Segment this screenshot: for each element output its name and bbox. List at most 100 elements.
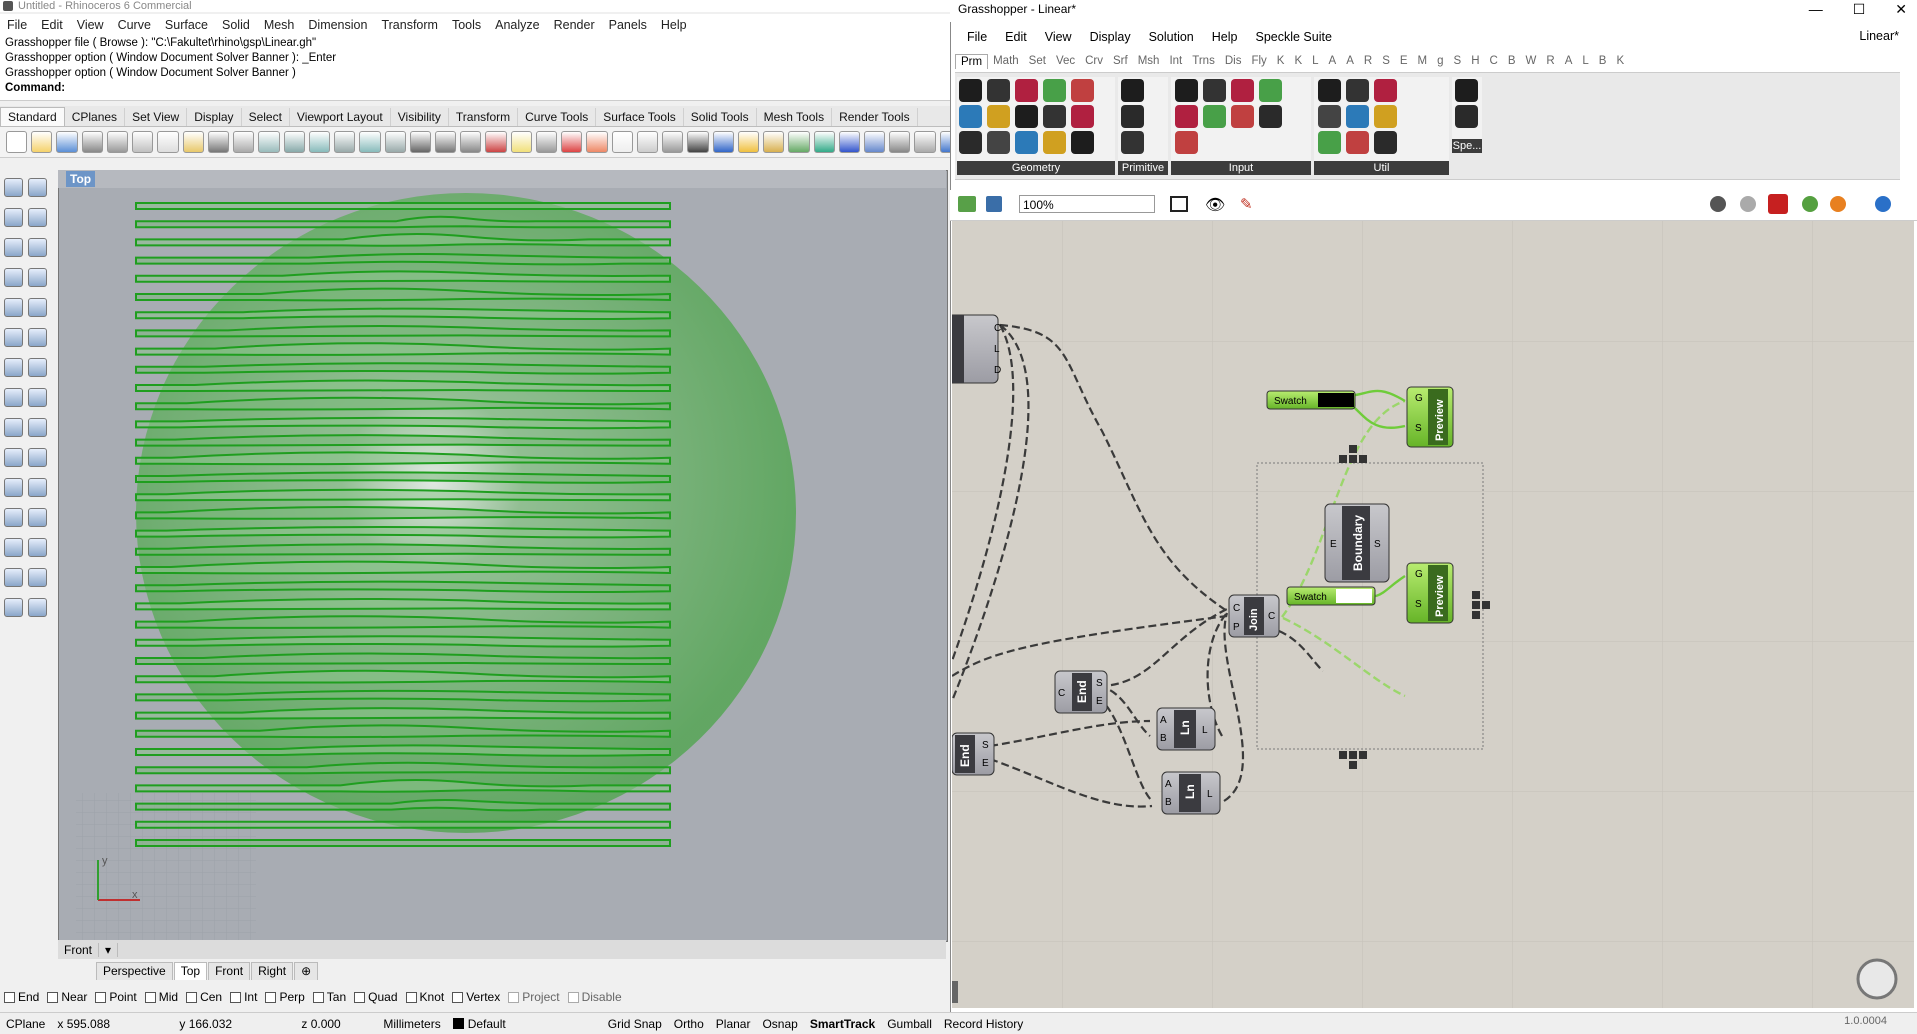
viewport-tab-front[interactable]: Front: [208, 962, 251, 980]
paste-icon[interactable]: [182, 131, 204, 153]
rhino-menu-help[interactable]: Help: [654, 18, 694, 32]
mesh-param-icon[interactable]: [1015, 105, 1038, 128]
ellipse-tool-icon[interactable]: [4, 298, 23, 317]
toolbar-tab-display[interactable]: Display: [187, 108, 242, 126]
arc-param-icon[interactable]: [1015, 131, 1038, 154]
checkbox-icon[interactable]: [4, 991, 15, 1003]
gh-tab-11[interactable]: K: [1272, 55, 1290, 67]
flask-util-icon[interactable]: [1346, 131, 1369, 154]
curve-param-icon[interactable]: [1015, 79, 1038, 102]
line2-input-a[interactable]: A: [1165, 779, 1172, 790]
osnap-int[interactable]: Int: [230, 990, 257, 1004]
object-snap-icon[interactable]: [460, 131, 482, 153]
save-icon[interactable]: [56, 131, 78, 153]
render-preview-icon[interactable]: [1830, 196, 1846, 212]
gh-tab-1[interactable]: Math: [988, 55, 1024, 67]
text-tool-icon[interactable]: [4, 478, 23, 497]
shaded-preview-icon[interactable]: [1768, 194, 1788, 214]
gh-tab-7[interactable]: Int: [1164, 55, 1187, 67]
boundary-output-s[interactable]: S: [1374, 539, 1381, 550]
gh-menu-edit[interactable]: Edit: [996, 30, 1036, 44]
rhino-menu-edit[interactable]: Edit: [34, 18, 70, 32]
pan-icon[interactable]: [233, 131, 255, 153]
checkbox-icon[interactable]: [508, 991, 520, 1003]
close-icon[interactable]: ✕: [1895, 0, 1907, 18]
zoom-select[interactable]: 100%: [1019, 195, 1155, 213]
box-tool-icon[interactable]: [4, 358, 23, 377]
gh-tab-14[interactable]: A: [1324, 55, 1342, 67]
rotate-view-icon[interactable]: [258, 131, 280, 153]
scribble-util-icon[interactable]: [1374, 131, 1397, 154]
contour-curve[interactable]: [135, 820, 671, 829]
import-icon[interactable]: [106, 131, 129, 153]
copy-icon[interactable]: [157, 131, 179, 153]
gh-menu-help[interactable]: Help: [1203, 30, 1247, 44]
number-param-icon[interactable]: [1121, 131, 1144, 154]
gh-menu-solution[interactable]: Solution: [1140, 30, 1203, 44]
ribbon-group-label[interactable]: Input: [1171, 161, 1311, 175]
button-input-icon[interactable]: [1203, 105, 1226, 128]
units-label[interactable]: Millimeters: [377, 1017, 446, 1031]
polygon-tool-icon[interactable]: [4, 268, 23, 287]
rectangle-param-icon[interactable]: [1043, 131, 1066, 154]
swatch-input-icon[interactable]: [1259, 105, 1282, 128]
point-param-icon[interactable]: [959, 79, 982, 102]
rhino-menu-tools[interactable]: Tools: [445, 18, 488, 32]
color-icon[interactable]: [586, 131, 608, 153]
gh-tab-26[interactable]: R: [1541, 55, 1559, 67]
boolean-param-icon[interactable]: [1121, 79, 1144, 102]
arc-tool-icon[interactable]: [28, 238, 47, 257]
gh-tab-0[interactable]: Prm: [955, 53, 989, 69]
viewport-tab-right[interactable]: Right: [251, 962, 294, 980]
cylinder-tool-icon[interactable]: [4, 388, 23, 407]
vector-param-icon[interactable]: [959, 105, 982, 128]
zoom-window-icon[interactable]: [308, 131, 331, 153]
contour-output-l[interactable]: L: [994, 344, 1000, 355]
osnap-perp[interactable]: Perp: [265, 990, 305, 1004]
file-input-icon[interactable]: [1175, 131, 1198, 154]
toggle-gumball[interactable]: Gumball: [881, 1017, 938, 1031]
speckle-send-icon[interactable]: [1455, 79, 1478, 102]
new-icon[interactable]: [6, 131, 28, 153]
gh-tab-25[interactable]: W: [1521, 55, 1542, 67]
material-icon[interactable]: [561, 131, 583, 153]
zoom-all-icon[interactable]: [384, 131, 406, 153]
zoom-extents-icon[interactable]: [1170, 196, 1188, 212]
rhino-menu-render[interactable]: Render: [547, 18, 602, 32]
gh-menu-view[interactable]: View: [1036, 30, 1081, 44]
checkbox-icon[interactable]: [144, 991, 156, 1003]
graph-input-icon[interactable]: [1231, 105, 1254, 128]
contour-curve[interactable]: [135, 202, 671, 210]
brep-param-icon[interactable]: [1071, 79, 1094, 102]
viewport-canvas[interactable]: y x: [58, 188, 946, 940]
toolbar-tab-mesh-tools[interactable]: Mesh Tools: [757, 108, 833, 126]
canvas-scrollbar[interactable]: [952, 981, 958, 1003]
checkbox-icon[interactable]: [312, 991, 324, 1003]
info-icon[interactable]: [838, 131, 860, 153]
gh-tab-30[interactable]: K: [1611, 55, 1629, 67]
preview-mode-icon[interactable]: [1710, 196, 1726, 212]
solid-edit-tool-icon[interactable]: [4, 448, 23, 467]
gh-tab-17[interactable]: S: [1377, 55, 1395, 67]
preview-eye-icon[interactable]: 👁: [1205, 195, 1225, 215]
end2-output-s[interactable]: S: [982, 740, 989, 751]
cluster-util-icon[interactable]: [1318, 79, 1341, 102]
gh-tab-21[interactable]: S: [1449, 55, 1467, 67]
grasshopper-canvas[interactable]: C L D Swatch Swatch G S Preview G S Prev…: [941, 221, 1914, 1008]
gh-tab-13[interactable]: L: [1307, 55, 1323, 67]
preview1-input-s[interactable]: S: [1415, 423, 1422, 434]
contour-output-d[interactable]: D: [994, 365, 1001, 376]
toolbar-tab-standard[interactable]: Standard: [0, 107, 65, 126]
end1-output-e[interactable]: E: [1096, 696, 1103, 707]
gh-tab-22[interactable]: H: [1466, 55, 1484, 67]
viewport-4-icon[interactable]: [409, 131, 431, 153]
ribbon-group-label[interactable]: Primitive: [1118, 161, 1168, 175]
toggle-osnap[interactable]: Osnap: [756, 1017, 803, 1031]
checkbox-icon[interactable]: [95, 991, 107, 1003]
end-points-component-2[interactable]: S E End: [951, 732, 995, 776]
toolbar-tab-transform[interactable]: Transform: [449, 108, 519, 126]
gh-tab-2[interactable]: Set: [1024, 55, 1051, 67]
timer-util-icon[interactable]: [1374, 105, 1397, 128]
gh-tab-27[interactable]: A: [1560, 55, 1578, 67]
light-icon[interactable]: [510, 131, 532, 153]
